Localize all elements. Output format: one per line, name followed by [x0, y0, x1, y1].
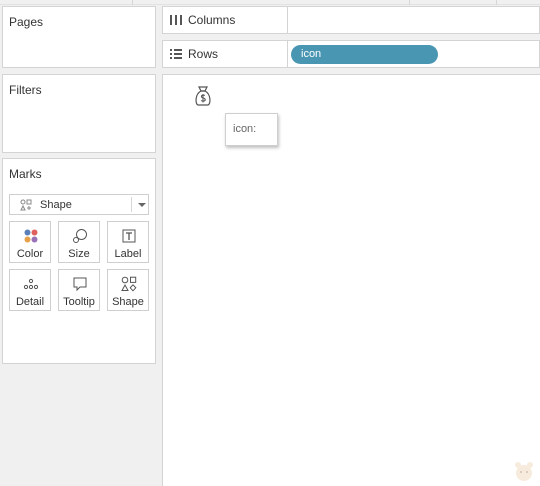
mark-type-label: Shape	[40, 199, 72, 211]
columns-shelf[interactable]: Columns	[162, 6, 540, 34]
shapes-small-icon	[20, 199, 32, 211]
tooltip-button[interactable]: Tooltip	[58, 269, 100, 311]
rows-label: Rows	[188, 47, 219, 61]
shapes-icon	[121, 276, 137, 292]
marks-card: Marks Shape Color Size Label Detail Tool…	[2, 158, 156, 364]
dropdown-divider	[131, 197, 132, 212]
columns-label: Columns	[188, 13, 236, 27]
filters-card[interactable]: Filters	[2, 74, 156, 153]
chevron-down-icon[interactable]	[138, 203, 146, 207]
color-button[interactable]: Color	[9, 221, 51, 263]
rows-icon	[170, 49, 182, 59]
money-bag-icon[interactable]	[193, 85, 213, 107]
toolbar-divider	[496, 0, 497, 5]
rows-pill-label: icon	[301, 48, 322, 60]
mascot-watermark-icon	[515, 462, 533, 481]
toolbar-divider	[132, 0, 133, 5]
label-text-icon	[122, 229, 136, 243]
label-button[interactable]: Label	[107, 221, 149, 263]
size-button[interactable]: Size	[58, 221, 100, 263]
size-button-label: Size	[68, 248, 90, 260]
label-button-label: Label	[114, 248, 142, 260]
color-dots-icon	[24, 229, 38, 243]
pages-card[interactable]: Pages	[2, 6, 156, 68]
mark-tooltip: icon:	[225, 113, 278, 146]
filters-title: Filters	[9, 83, 42, 97]
rows-shelf[interactable]: Rows icon	[162, 40, 540, 68]
tooltip-bubble-icon	[73, 277, 87, 292]
detail-dots-icon	[23, 278, 39, 290]
columns-icon	[170, 15, 182, 25]
detail-button[interactable]: Detail	[9, 269, 51, 311]
pages-title: Pages	[9, 15, 44, 29]
detail-button-label: Detail	[15, 296, 45, 308]
tooltip-button-label: Tooltip	[63, 296, 95, 308]
shape-button-label: Shape	[112, 296, 144, 308]
tooltip-text: icon:	[233, 123, 257, 135]
shape-button[interactable]: Shape	[107, 269, 149, 311]
shelf-divider	[287, 41, 288, 67]
size-circles-icon	[73, 229, 87, 243]
shelf-divider	[287, 7, 288, 33]
marks-title: Marks	[9, 167, 42, 181]
color-button-label: Color	[16, 248, 44, 260]
viz-canvas[interactable]: icon:	[162, 74, 540, 486]
mark-type-dropdown[interactable]: Shape	[9, 194, 149, 215]
top-toolbar-strip	[0, 0, 540, 5]
rows-pill-icon-field[interactable]: icon	[291, 45, 438, 64]
toolbar-divider	[409, 0, 410, 5]
